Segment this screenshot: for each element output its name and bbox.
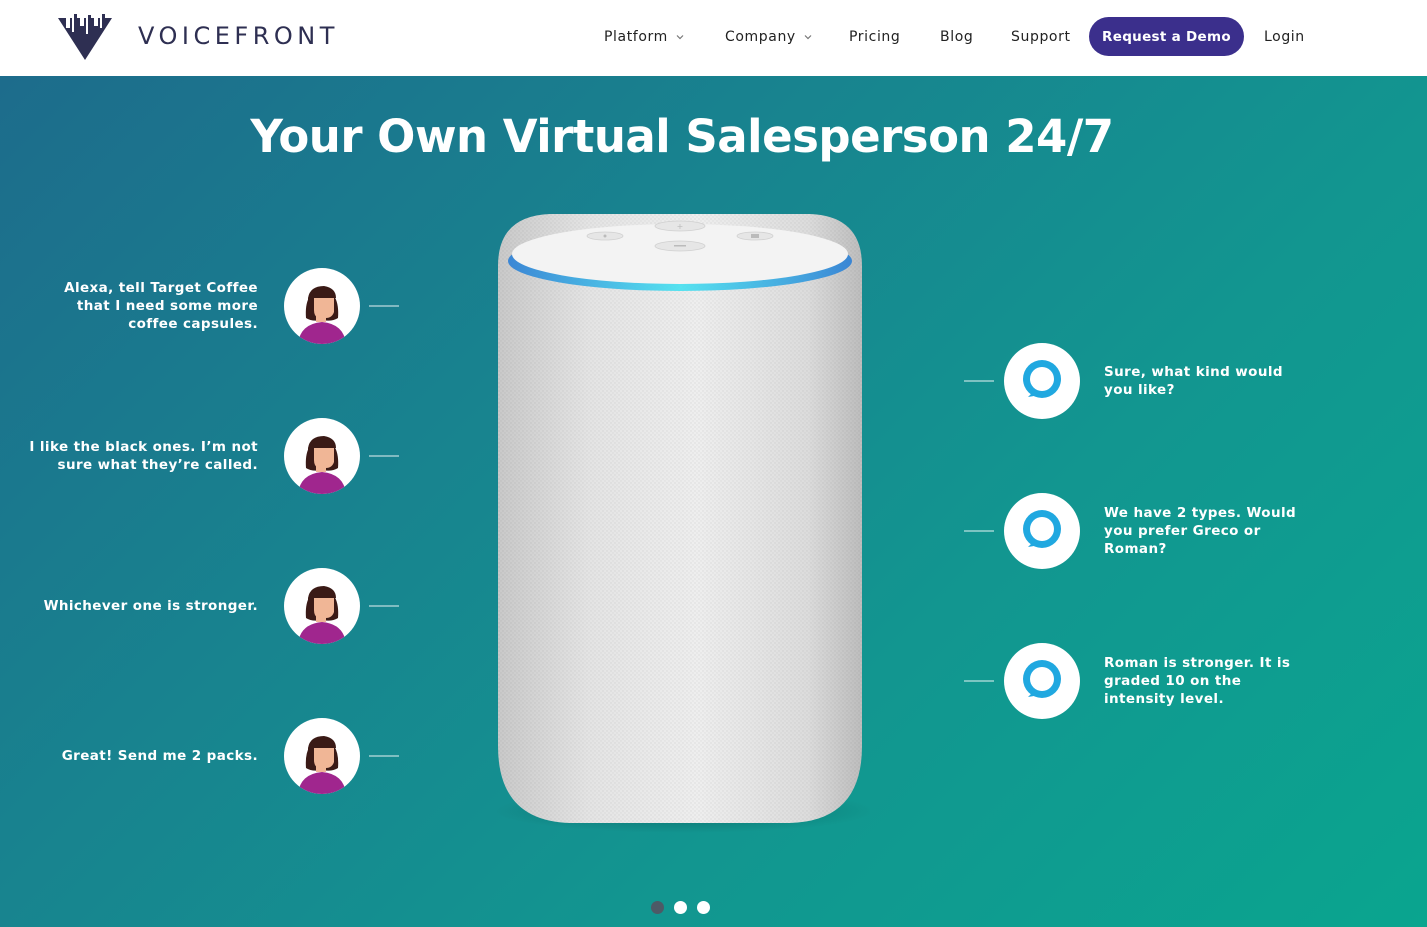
user-message-row: Great! Send me 2 packs. [0, 718, 400, 794]
woman-avatar-icon [284, 418, 360, 494]
hero-section: Your Own Virtual Salesperson 24/7 + Alex… [0, 76, 1427, 927]
carousel-dots [651, 901, 720, 914]
nav-login[interactable]: Login [1264, 29, 1305, 45]
chevron-down-icon [804, 34, 812, 39]
alexa-message-row: Roman is stronger. It is graded 10 on th… [960, 643, 1320, 719]
alexa-icon [1004, 493, 1080, 569]
nav-blog[interactable]: Blog [940, 29, 973, 45]
svg-text:+: + [677, 222, 684, 231]
hero-title: Your Own Virtual Salesperson 24/7 [250, 110, 1114, 163]
nav-platform[interactable]: Platform [604, 29, 684, 45]
nav-pricing[interactable]: Pricing [849, 29, 900, 45]
nav-company[interactable]: Company [725, 29, 812, 45]
alexa-message: We have 2 types. Would you prefer Greco … [1104, 505, 1297, 557]
nav-company-label: Company [725, 28, 796, 45]
brand-logo[interactable]: VOICEFRONT [58, 12, 339, 60]
user-message: Whichever one is stronger. [43, 598, 258, 614]
user-message: Great! Send me 2 packs. [61, 748, 258, 764]
alexa-message-row: We have 2 types. Would you prefer Greco … [960, 493, 1320, 569]
nav-platform-label: Platform [604, 28, 668, 45]
woman-avatar-icon [284, 268, 360, 344]
site-header: VOICEFRONT Platform Company Pricing Blog… [0, 0, 1427, 76]
connector-line [964, 530, 994, 532]
woman-avatar-icon [284, 568, 360, 644]
user-message-row: Whichever one is stronger. [0, 568, 400, 644]
alexa-icon [1004, 343, 1080, 419]
alexa-icon [1004, 643, 1080, 719]
connector-line [369, 305, 399, 307]
connector-line [369, 755, 399, 757]
woman-avatar-icon [284, 718, 360, 794]
user-message: Alexa, tell Target Coffee that I need so… [64, 280, 258, 332]
alexa-message-row: Sure, what kind would you like? [960, 343, 1320, 419]
connector-line [964, 380, 994, 382]
nav-support[interactable]: Support [1011, 29, 1071, 45]
connector-line [369, 455, 399, 457]
user-message-row: Alexa, tell Target Coffee that I need so… [0, 268, 400, 344]
user-message-row: I like the black ones. I’m not sure what… [0, 418, 400, 494]
carousel-dot-2[interactable] [674, 901, 687, 914]
alexa-message: Roman is stronger. It is graded 10 on th… [1104, 655, 1291, 707]
request-demo-button[interactable]: Request a Demo [1089, 17, 1244, 56]
alexa-message: Sure, what kind would you like? [1104, 364, 1283, 398]
carousel-dot-1[interactable] [651, 901, 664, 914]
connector-line [369, 605, 399, 607]
carousel-dot-3[interactable] [697, 901, 710, 914]
chevron-down-icon [676, 34, 684, 39]
voicefront-logo-icon [58, 12, 112, 60]
connector-line [964, 680, 994, 682]
brand-name: VOICEFRONT [138, 22, 339, 50]
smart-speaker-image: + [495, 214, 870, 833]
user-message: I like the black ones. I’m not sure what… [29, 439, 258, 473]
